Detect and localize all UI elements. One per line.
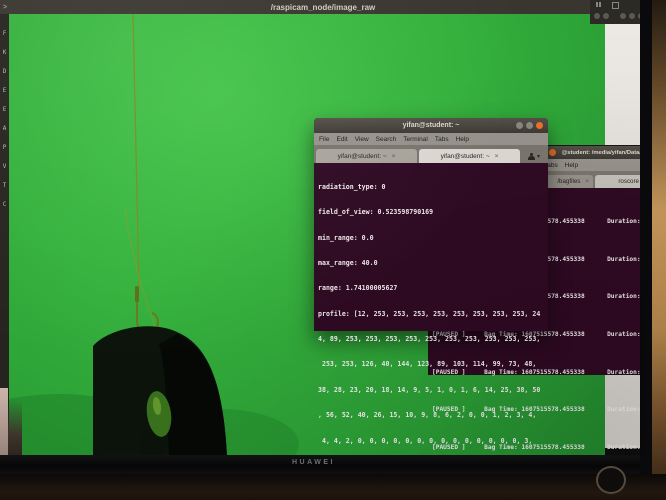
image-window-titlebar[interactable]: > /raspicam_node/image_raw <box>0 0 646 14</box>
menu-tabs[interactable]: Tabs <box>435 136 449 143</box>
menu-search[interactable]: Search <box>376 136 397 143</box>
menu-edit[interactable]: Edit <box>336 136 347 143</box>
main-terminal-window: yifan@student: ~ File Edit View Search T… <box>314 118 548 331</box>
terminal-output-line: field_of_view: 0.523598790169 <box>318 208 548 216</box>
topright-window-controls <box>590 0 646 24</box>
window-button[interactable] <box>594 13 600 19</box>
tab-terminal-1[interactable]: yifan@student: ~ × <box>316 149 417 163</box>
laptop-deck <box>0 474 666 500</box>
laptop-bezel-right <box>640 0 652 474</box>
chevron-down-icon[interactable]: ▾ <box>537 153 540 160</box>
photo-edge-light <box>0 388 8 458</box>
rosbag-terminal-title: @student: /media/yifan/Data/ <box>562 150 641 156</box>
terminal-output-line: 4, 89, 253, 253, 253, 253, 253, 253, 253… <box>318 335 548 343</box>
close-tab-icon[interactable]: × <box>392 153 396 160</box>
window-buttons <box>516 122 543 129</box>
close-button[interactable] <box>549 149 556 156</box>
menu-file[interactable]: File <box>319 136 329 143</box>
terminal-output-line: max_range: 40.0 <box>318 259 548 267</box>
pause-icon[interactable] <box>596 2 598 7</box>
menu-help[interactable]: Help <box>456 136 469 143</box>
menu-view[interactable]: View <box>355 136 369 143</box>
main-terminal-tabbar: yifan@student: ~ × yifan@student: ~ × ▾ <box>314 145 548 163</box>
main-terminal-title: yifan@student: ~ <box>403 122 460 129</box>
laptop-screen: > /raspicam_node/image_raw F K D E E A P… <box>0 0 646 456</box>
menu-help[interactable]: Help <box>565 162 578 169</box>
terminal-output-line: 4, 4, 2, 0, 0, 0, 0, 0, 0, 0, 0, 0, 0, 0… <box>318 437 548 445</box>
minimize-button[interactable] <box>516 122 523 129</box>
power-button <box>596 466 626 494</box>
side-letter: K <box>3 49 7 56</box>
window-button[interactable] <box>603 13 609 19</box>
stop-icon[interactable] <box>612 2 619 9</box>
tab-roscore[interactable]: roscore <box>595 175 643 188</box>
terminal-output-line: radiation_type: 0 <box>318 183 548 191</box>
side-letter: C <box>3 201 7 208</box>
window-button[interactable] <box>629 13 635 19</box>
photo-edge-dark <box>8 400 22 458</box>
close-tab-icon[interactable]: × <box>495 153 499 160</box>
tab-tools: ▾ <box>522 149 546 163</box>
titlebar-corner-glyph: > <box>3 4 7 11</box>
maximize-button[interactable] <box>526 122 533 129</box>
side-letter: E <box>3 106 7 113</box>
terminal-output-line: range: 1.74100005627 <box>318 284 548 292</box>
terminal-output-line: 38, 28, 23, 20, 18, 14, 9, 5, 1, 0, 1, 6… <box>318 386 548 394</box>
side-letter: T <box>3 182 7 189</box>
laptop-bezel: HUAWEI <box>0 455 652 474</box>
pause-icon[interactable] <box>599 2 601 7</box>
side-letter: V <box>3 163 7 170</box>
terminal-output-line: 253, 253, 126, 40, 144, 123, 89, 103, 11… <box>318 360 548 368</box>
terminal-output-line: profile: [12, 253, 253, 253, 253, 253, 2… <box>318 310 548 318</box>
person-icon[interactable] <box>528 153 535 160</box>
side-letter: P <box>3 144 7 151</box>
close-tab-icon[interactable]: × <box>585 178 589 185</box>
side-letter: E <box>3 87 7 94</box>
side-letter: A <box>3 125 7 132</box>
main-terminal-menubar: File Edit View Search Terminal Tabs Help <box>314 133 548 145</box>
terminal-output-line: , 56, 52, 40, 26, 15, 10, 9, 8, 6, 2, 0,… <box>318 411 548 419</box>
window-button[interactable] <box>620 13 626 19</box>
menu-terminal[interactable]: Terminal <box>403 136 428 143</box>
main-terminal-titlebar[interactable]: yifan@student: ~ <box>314 118 548 133</box>
tab-terminal-2[interactable]: yifan@student: ~ × <box>419 149 520 163</box>
side-letter: F <box>3 30 7 37</box>
side-letter: D <box>3 68 7 75</box>
main-terminal-output[interactable]: radiation_type: 0 field_of_view: 0.52359… <box>314 163 548 456</box>
terminal-output-line: min_range: 0.0 <box>318 234 548 242</box>
image-window-title: /raspicam_node/image_raw <box>271 3 376 12</box>
laptop-brand-logo: HUAWEI <box>292 459 335 466</box>
close-button[interactable] <box>536 122 543 129</box>
